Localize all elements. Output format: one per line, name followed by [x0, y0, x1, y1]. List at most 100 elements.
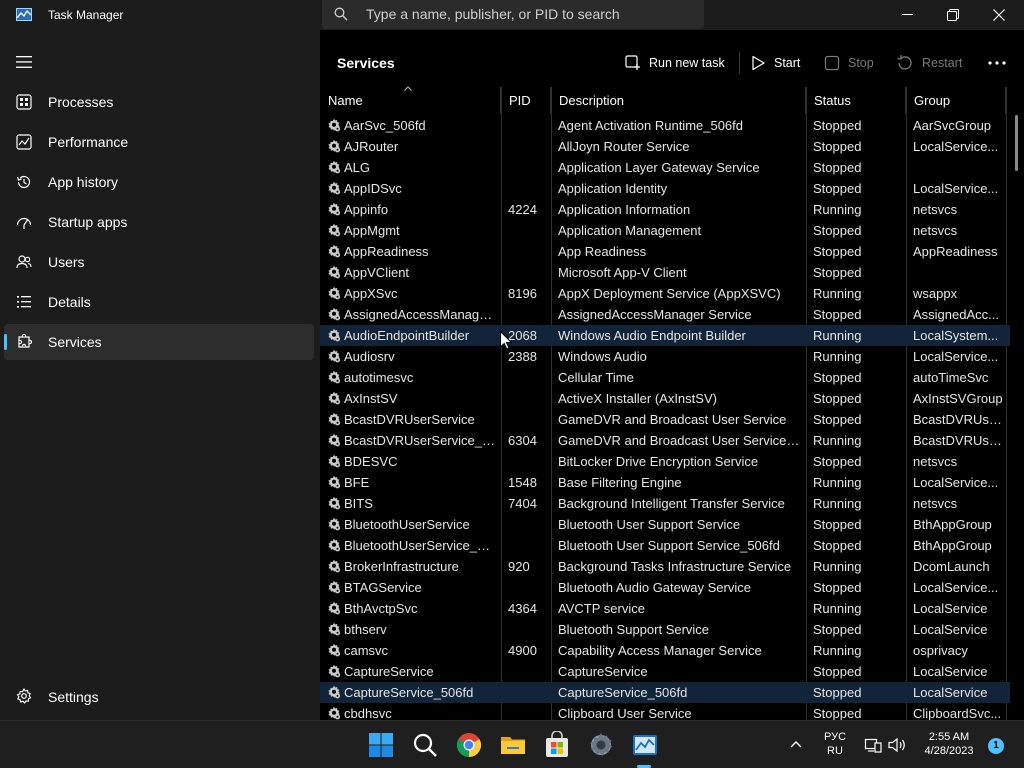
cell-group: netsvcs: [913, 223, 958, 238]
chrome-icon[interactable]: [455, 731, 483, 759]
cell-status: Stopped: [813, 580, 862, 595]
cell-status: Stopped: [813, 706, 862, 721]
column-header-status[interactable]: Status: [806, 87, 906, 114]
vertical-scrollbar[interactable]: [1015, 115, 1018, 171]
run-new-task-label: Run new task: [649, 56, 725, 70]
system-clock[interactable]: 2:55 AM 4/28/2023: [912, 731, 986, 757]
network-icon[interactable]: [864, 736, 882, 754]
service-gear-icon: [328, 412, 341, 426]
cell-status: Stopped: [813, 664, 862, 679]
start-button[interactable]: Start: [750, 50, 800, 76]
cell-group: netsvcs: [913, 202, 958, 217]
settings-gear-icon[interactable]: [587, 731, 615, 759]
cell-pid: 920: [508, 559, 530, 574]
stop-button[interactable]: Stop: [824, 50, 874, 76]
table-row[interactable]: BDESVC BitLocker Drive Encryption Service…: [320, 451, 1010, 472]
column-header-group[interactable]: Group: [906, 87, 1006, 114]
search-box[interactable]: [322, 0, 704, 29]
table-row[interactable]: autotimesvc Cellular Time Stopped autoTimeS…: [320, 367, 1010, 388]
cell-group: autoTimeSvc: [913, 370, 989, 385]
table-row[interactable]: camsvc 4900 Capability Access Manager Serv…: [320, 640, 1010, 661]
table-row[interactable]: BluetoothUserService_50... Bluetooth User…: [320, 535, 1010, 556]
microsoft-store-icon[interactable]: [543, 731, 571, 759]
cell-name: Audiosrv: [344, 349, 395, 364]
chevron-up-icon[interactable]: [790, 740, 802, 748]
taskbar-search-icon[interactable]: [411, 731, 439, 759]
table-row[interactable]: BcastDVRUserService_50... 6304 GameDVR and…: [320, 430, 1010, 451]
cell-status: Running: [813, 286, 862, 301]
sidebar-item-services[interactable]: Services: [4, 324, 314, 360]
sidebar-item-performance[interactable]: Performance: [4, 124, 314, 160]
table-row[interactable]: AppMgmt Application Management Stopped nets…: [320, 220, 1010, 241]
run-new-task-button[interactable]: Run new task: [625, 50, 725, 76]
cell-status: Stopped: [813, 244, 862, 259]
sidebar-item-app-history[interactable]: App history: [4, 164, 314, 200]
table-row[interactable]: ALG Application Layer Gateway Service Stop…: [320, 157, 1010, 178]
windows-start-icon[interactable]: [367, 731, 395, 759]
cell-name: BcastDVRUserService: [344, 412, 475, 427]
input-language[interactable]: РУС RU: [818, 731, 852, 757]
cell-status: Stopped: [813, 454, 862, 469]
cell-description: BitLocker Drive Encryption Service: [558, 454, 759, 469]
table-row[interactable]: CaptureService_506fd CaptureService_506fd…: [320, 682, 1010, 703]
sort-ascending-icon: [404, 86, 412, 91]
table-row[interactable]: CaptureService CaptureService Stopped Local…: [320, 661, 1010, 682]
column-header-description[interactable]: Description: [551, 87, 806, 114]
restore-button[interactable]: [930, 0, 976, 30]
table-row[interactable]: BTAGService Bluetooth Audio Gateway Servi…: [320, 577, 1010, 598]
table-row[interactable]: bthserv Bluetooth Support Service Stopped L…: [320, 619, 1010, 640]
task-manager-taskbar-icon[interactable]: [631, 731, 659, 759]
column-header-name[interactable]: Name: [320, 86, 501, 114]
cell-group: LocalSystem...: [913, 328, 999, 343]
table-row[interactable]: AxInstSV ActiveX Installer (AxInstSV) Stop…: [320, 388, 1010, 409]
service-gear-icon: [328, 496, 341, 510]
service-gear-icon: [328, 202, 341, 216]
sidebar-item-label: Users: [48, 254, 85, 270]
table-row[interactable]: BthAvctpSvc 4364 AVCTP service Running Local…: [320, 598, 1010, 619]
sidebar-item-users[interactable]: Users: [4, 244, 314, 280]
minimize-button[interactable]: [885, 0, 931, 30]
table-row[interactable]: BluetoothUserService Bluetooth User Suppo…: [320, 514, 1010, 535]
search-input[interactable]: [366, 4, 696, 24]
restore-icon: [947, 9, 959, 21]
table-row[interactable]: AppVClient Microsoft App-V Client Stopped: [320, 262, 1010, 283]
service-gear-icon: [328, 391, 341, 405]
table-row[interactable]: AppIDSvc Application Identity Stopped Local…: [320, 178, 1010, 199]
table-row[interactable]: AJRouter AllJoyn Router Service Stopped Loc…: [320, 136, 1010, 157]
table-row[interactable]: AppReadiness App Readiness Stopped AppReadi…: [320, 241, 1010, 262]
table-row[interactable]: AppXSvc 8196 AppX Deployment Service (AppX…: [320, 283, 1010, 304]
hamburger-menu-icon[interactable]: [16, 56, 32, 68]
file-explorer-icon[interactable]: [499, 731, 527, 759]
table-row[interactable]: BITS 7404 Background Intelligent Transfer …: [320, 493, 1010, 514]
table-row[interactable]: BcastDVRUserService GameDVR and Broadcast…: [320, 409, 1010, 430]
sidebar-item-startup-apps[interactable]: Startup apps: [4, 204, 314, 240]
column-header-pid[interactable]: PID: [501, 87, 551, 114]
service-gear-icon: [328, 118, 341, 132]
cell-group: AarSvcGroup: [913, 118, 992, 133]
table-row[interactable]: AarSvc_506fd Agent Activation Runtime_506…: [320, 115, 1010, 136]
notification-badge[interactable]: 1: [988, 738, 1004, 754]
close-button[interactable]: [976, 0, 1022, 30]
service-gear-icon: [328, 244, 341, 258]
app-title: Task Manager: [48, 8, 124, 22]
table-row[interactable]: Audiosrv 2388 Windows Audio Running LocalSer…: [320, 346, 1010, 367]
more-options-button[interactable]: [988, 50, 1014, 76]
table-row[interactable]: AudioEndpointBuilder 2068 Windows Audio En…: [320, 325, 1010, 346]
table-row[interactable]: AssignedAccessManager... AssignedAccessMa…: [320, 304, 1010, 325]
table-row[interactable]: BrokerInfrastructure 920 Background Tasks …: [320, 556, 1010, 577]
cell-pid: 1548: [508, 475, 537, 490]
volume-icon[interactable]: [887, 736, 907, 754]
restart-button[interactable]: Restart: [896, 50, 962, 76]
table-row[interactable]: Appinfo 4224 Application Information Runnin…: [320, 199, 1010, 220]
cell-group: ClipboardSvc...: [913, 706, 1002, 721]
sidebar-item-processes[interactable]: Processes: [4, 84, 314, 120]
title-bar: Task Manager: [0, 0, 1024, 30]
sidebar-item-details[interactable]: Details: [4, 284, 314, 320]
cell-name: AJRouter: [344, 139, 399, 154]
service-gear-icon: [328, 139, 341, 153]
table-row[interactable]: BFE 1548 Base Filtering Engine Running Local…: [320, 472, 1010, 493]
service-gear-icon: [328, 454, 341, 468]
sidebar: Processes Performance App history Startu…: [0, 30, 320, 720]
sidebar-item-settings[interactable]: Settings: [4, 679, 314, 715]
services-puzzle-icon: [18, 334, 32, 348]
